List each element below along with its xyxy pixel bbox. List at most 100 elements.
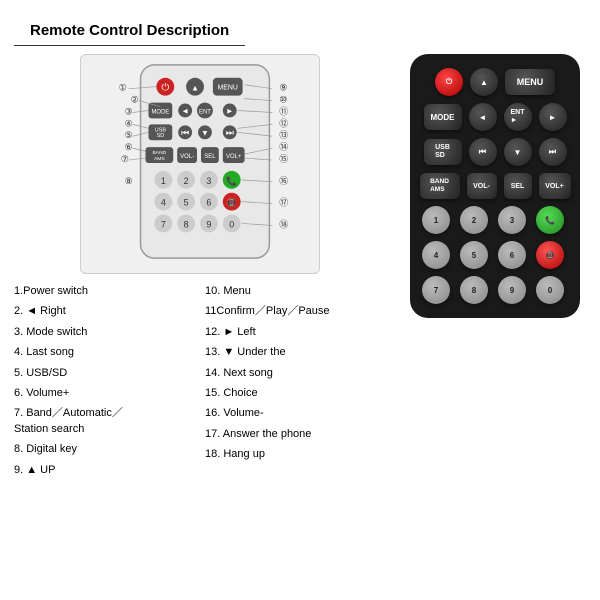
- btn-sel[interactable]: SEL: [504, 173, 532, 199]
- btn-8[interactable]: 8: [460, 276, 488, 304]
- left-panel: ⏻ ▲ MENU MODE ◄ ENT ►: [10, 54, 390, 483]
- btn-band-ams[interactable]: BANDAMS: [420, 173, 460, 199]
- btn-vol-minus[interactable]: VOL-: [467, 173, 497, 199]
- desc-col-1: 1.Power switch 2. ◄ Right 3. Mode switch…: [14, 284, 195, 483]
- svg-text:7: 7: [161, 219, 166, 229]
- btn-usb-sd[interactable]: USBSD: [424, 139, 462, 165]
- svg-text:⑭: ⑭: [279, 142, 288, 152]
- desc-1: 1.Power switch: [14, 284, 195, 299]
- remote-row-6: 4 5 6 📵: [420, 241, 570, 269]
- btn-answer[interactable]: 📞: [536, 206, 564, 234]
- svg-text:SEL: SEL: [204, 154, 216, 160]
- remote-row-3: USBSD ⏮ ▼ ⏭: [420, 138, 570, 166]
- svg-text:⑨: ⑨: [279, 83, 287, 93]
- svg-text:⏭: ⏭: [226, 127, 234, 137]
- remote-row-2: MODE ◄ ENT► ►: [420, 103, 570, 131]
- svg-text:►: ►: [226, 106, 234, 115]
- btn-prev[interactable]: ⏮: [469, 138, 497, 166]
- svg-text:⑫: ⑫: [279, 118, 288, 128]
- svg-text:VOL-: VOL-: [180, 154, 194, 160]
- svg-text:⑮: ⑮: [279, 154, 288, 164]
- btn-ent-play[interactable]: ENT►: [504, 103, 532, 131]
- svg-text:⑯: ⑯: [279, 176, 288, 186]
- remote-3d: ⏻ ▲ MENU MODE ◄ ENT► ► USBSD ⏮ ▼ ⏭ BANDA…: [410, 54, 580, 318]
- btn-power[interactable]: ⏻: [435, 68, 463, 96]
- desc-17: 17. Answer the phone: [205, 427, 386, 442]
- desc-13: 13. ▼ Under the: [205, 345, 386, 360]
- svg-text:3: 3: [206, 176, 211, 186]
- svg-text:⏻: ⏻: [161, 83, 169, 94]
- desc-18: 18. Hang up: [205, 447, 386, 462]
- svg-text:MENU: MENU: [218, 85, 238, 92]
- svg-text:⑦: ⑦: [121, 154, 129, 164]
- btn-down[interactable]: ▼: [504, 138, 532, 166]
- svg-text:②: ②: [131, 95, 139, 105]
- svg-text:③: ③: [125, 106, 133, 116]
- remote-row-1: ⏻ ▲ MENU: [420, 68, 570, 96]
- svg-text:▲: ▲: [191, 84, 199, 93]
- desc-15: 15. Choice: [205, 386, 386, 401]
- svg-text:⑰: ⑰: [279, 198, 288, 208]
- btn-right-arrow[interactable]: ►: [539, 103, 567, 131]
- svg-text:MODE: MODE: [151, 109, 169, 115]
- btn-3[interactable]: 3: [498, 206, 526, 234]
- btn-7[interactable]: 7: [422, 276, 450, 304]
- svg-text:8: 8: [184, 219, 189, 229]
- desc-14: 14. Next song: [205, 366, 386, 381]
- desc-11: 11Confirm／Play／Pause: [205, 304, 386, 319]
- svg-text:1: 1: [161, 176, 166, 186]
- desc-12: 12. ► Left: [205, 325, 386, 340]
- remote-diagram: ⏻ ▲ MENU MODE ◄ ENT ►: [80, 54, 320, 274]
- svg-text:AMS: AMS: [154, 156, 165, 162]
- btn-1[interactable]: 1: [422, 206, 450, 234]
- desc-8: 8. Digital key: [14, 442, 195, 457]
- svg-text:6: 6: [206, 198, 211, 208]
- svg-text:📵: 📵: [226, 197, 237, 208]
- desc-2: 2. ◄ Right: [14, 304, 195, 319]
- svg-text:SD: SD: [157, 133, 165, 139]
- svg-text:①: ①: [119, 83, 127, 93]
- btn-left-arrow[interactable]: ◄: [469, 103, 497, 131]
- desc-col-2: 10. Menu 11Confirm／Play／Pause 12. ► Left…: [205, 284, 386, 483]
- svg-text:⑪: ⑪: [279, 106, 288, 116]
- svg-text:2: 2: [184, 176, 189, 186]
- svg-text:◄: ◄: [181, 106, 189, 115]
- svg-text:5: 5: [184, 198, 189, 208]
- desc-16: 16. Volume-: [205, 406, 386, 421]
- remote-row-7: 7 8 9 0: [420, 276, 570, 304]
- svg-text:VOL+: VOL+: [226, 154, 242, 160]
- desc-4: 4. Last song: [14, 345, 195, 360]
- svg-text:▼: ▼: [201, 128, 209, 137]
- svg-text:⑩: ⑩: [279, 95, 287, 105]
- desc-7: 7. Band／Automatic／ Station search: [14, 406, 195, 437]
- svg-text:⑬: ⑬: [279, 130, 288, 140]
- btn-4[interactable]: 4: [422, 241, 450, 269]
- btn-5[interactable]: 5: [460, 241, 488, 269]
- btn-mode[interactable]: MODE: [424, 104, 462, 130]
- svg-text:⑥: ⑥: [125, 142, 133, 152]
- remote-3d-panel: ⏻ ▲ MENU MODE ◄ ENT► ► USBSD ⏮ ▼ ⏭ BANDA…: [400, 54, 590, 483]
- btn-2[interactable]: 2: [460, 206, 488, 234]
- page-title: Remote Control Description: [14, 10, 245, 46]
- svg-text:⑱: ⑱: [279, 219, 288, 229]
- desc-5: 5. USB/SD: [14, 366, 195, 381]
- btn-6[interactable]: 6: [498, 241, 526, 269]
- btn-up[interactable]: ▲: [470, 68, 498, 96]
- desc-9: 9. ▲ UP: [14, 463, 195, 478]
- svg-text:ENT: ENT: [199, 109, 211, 115]
- remote-row-5: 1 2 3 📞: [420, 206, 570, 234]
- desc-10: 10. Menu: [205, 284, 386, 299]
- btn-hangup[interactable]: 📵: [536, 241, 564, 269]
- svg-text:⑧: ⑧: [125, 176, 133, 186]
- svg-text:④: ④: [125, 118, 133, 128]
- desc-6: 6. Volume+: [14, 386, 195, 401]
- svg-text:BAND: BAND: [153, 150, 167, 156]
- svg-text:⑤: ⑤: [125, 130, 133, 140]
- btn-vol-plus[interactable]: VOL+: [539, 173, 571, 199]
- svg-text:0: 0: [229, 219, 234, 229]
- btn-menu[interactable]: MENU: [505, 69, 555, 95]
- btn-0[interactable]: 0: [536, 276, 564, 304]
- descriptions-panel: 1.Power switch 2. ◄ Right 3. Mode switch…: [10, 284, 390, 483]
- btn-next[interactable]: ⏭: [539, 138, 567, 166]
- btn-9[interactable]: 9: [498, 276, 526, 304]
